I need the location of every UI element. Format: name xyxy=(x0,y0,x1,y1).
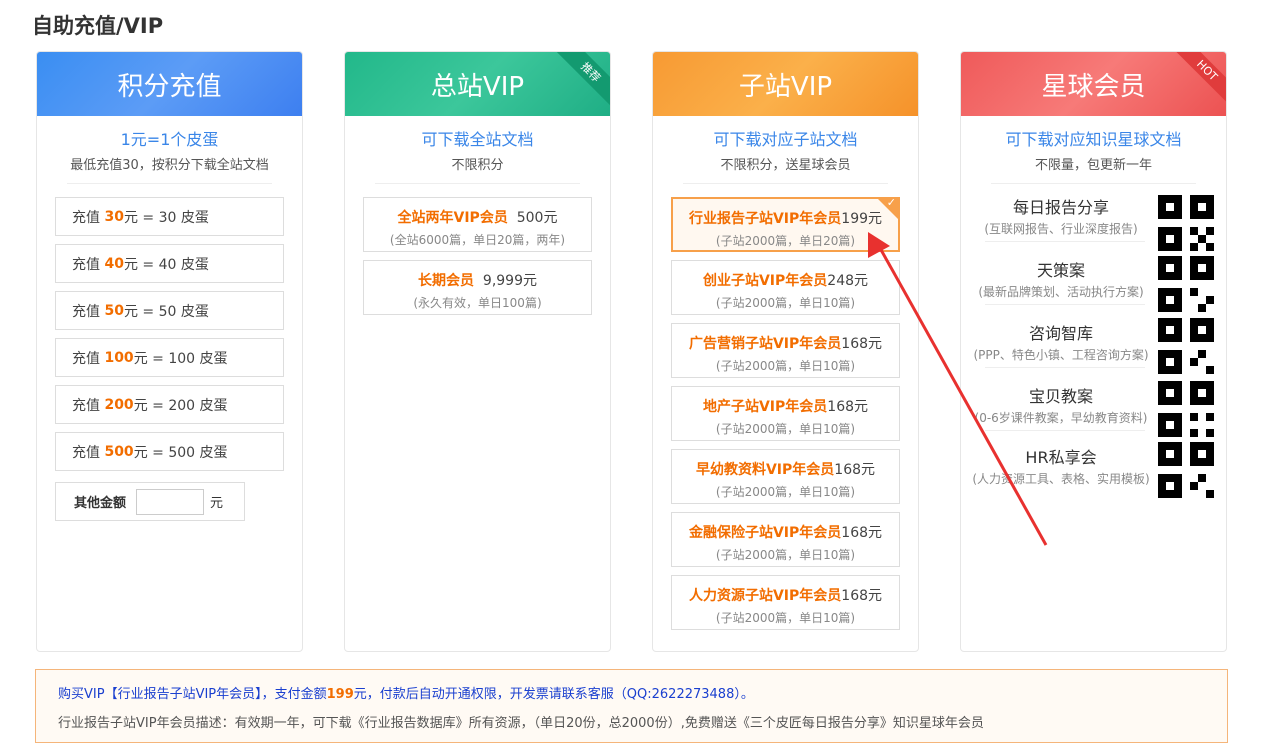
card-sub-vip: 子站VIP 可下载对应子站文档 不限积分，送星球会员 ✓ 行业报告子站VIP年会… xyxy=(652,51,919,652)
other-amount-input[interactable] xyxy=(136,488,205,515)
divider xyxy=(985,367,1145,368)
planet-item[interactable]: 每日报告分享 (互联网报告、行业深度报告) xyxy=(971,194,1151,237)
divider xyxy=(991,183,1196,184)
divider xyxy=(985,241,1145,242)
vip-option-lifetime[interactable]: 长期会员 9,999元 (永久有效，单日100篇) xyxy=(363,260,592,315)
card-subtitle: 1元=1个皮蛋 xyxy=(120,130,219,149)
card-main-vip: 总站VIP 推荐 可下载全站文档 不限积分 全站两年VIP会员 500元 (全站6… xyxy=(344,51,611,652)
card-header: 子站VIP xyxy=(653,52,918,116)
divider xyxy=(985,430,1145,431)
page-title: 自助充值/VIP xyxy=(32,14,164,38)
sub-vip-option-startup[interactable]: 创业子站VIP年会员248元 (子站2000篇，单日10篇) xyxy=(671,260,900,315)
qr-code-icon xyxy=(1158,195,1214,251)
purchase-notice: 购买VIP【行业报告子站VIP年会员】，支付金额199元，付款后自动开通权限，开… xyxy=(35,669,1228,743)
recharge-option-50[interactable]: 充值 50 元 = 50 皮蛋 xyxy=(55,291,284,330)
card-description: 不限量，包更新一年 xyxy=(1034,158,1152,173)
card-header: 积分充值 xyxy=(37,52,302,116)
recommend-badge: 推荐 xyxy=(552,52,610,111)
card-planet-member: 星球会员 HOT 可下载对应知识星球文档 不限量，包更新一年 每日报告分享 (互联网… xyxy=(960,51,1227,652)
card-title: 子站VIP xyxy=(738,71,833,102)
card-header: 星球会员 HOT xyxy=(961,52,1226,116)
recharge-option-30[interactable]: 充值 30 元 = 30 皮蛋 xyxy=(55,197,284,236)
recharge-option-40[interactable]: 充值 40 元 = 40 皮蛋 xyxy=(55,244,284,283)
card-subtitle: 可下载对应知识星球文档 xyxy=(1005,130,1182,149)
card-subtitle: 可下载全站文档 xyxy=(421,130,534,149)
other-amount-unit: 元 xyxy=(210,496,224,511)
sub-vip-option-industry-report[interactable]: ✓ 行业报告子站VIP年会员199元 (子站2000篇，单日20篇) xyxy=(671,196,900,252)
other-amount-label: 其他金额 xyxy=(74,496,127,511)
recharge-option-500[interactable]: 充值 500 元 = 500 皮蛋 xyxy=(55,432,284,471)
card-description: 不限积分 xyxy=(451,158,504,173)
other-amount-row: 其他金额 元 xyxy=(55,482,245,521)
card-subtitle: 可下载对应子站文档 xyxy=(713,130,858,149)
divider xyxy=(985,304,1145,305)
qr-code-icon xyxy=(1158,442,1214,498)
card-title: 星球会员 xyxy=(1041,71,1146,102)
hot-badge: HOT xyxy=(1169,52,1226,109)
sub-vip-option-finance[interactable]: 金融保险子站VIP年会员168元 (子站2000篇，单日10篇) xyxy=(671,512,900,567)
check-icon: ✓ xyxy=(886,196,896,209)
card-title: 总站VIP xyxy=(430,71,525,102)
sub-vip-option-hr[interactable]: 人力资源子站VIP年会员168元 (子站2000篇，单日10篇) xyxy=(671,575,900,630)
planet-item[interactable]: 天策案 (最新品牌策划、活动执行方案) xyxy=(971,257,1151,300)
planet-item[interactable]: 咨询智库 (PPP、特色小镇、工程咨询方案) xyxy=(971,320,1151,363)
vip-option-two-year[interactable]: 全站两年VIP会员 500元 (全站6000篇，单日20篇，两年) xyxy=(363,197,592,252)
divider xyxy=(67,183,272,184)
sub-vip-option-real-estate[interactable]: 地产子站VIP年会员168元 (子站2000篇，单日10篇) xyxy=(671,386,900,441)
divider xyxy=(375,183,580,184)
qr-code-icon xyxy=(1158,256,1214,312)
qr-code-icon xyxy=(1158,381,1214,437)
divider xyxy=(683,183,888,184)
card-header: 总站VIP 推荐 xyxy=(345,52,610,116)
planet-item[interactable]: 宝贝教案 (0-6岁课件教案，早幼教育资料) xyxy=(971,383,1151,426)
recharge-option-100[interactable]: 充值 100 元 = 100 皮蛋 xyxy=(55,338,284,377)
notice-line-1: 购买VIP【行业报告子站VIP年会员】，支付金额199元，付款后自动开通权限，开… xyxy=(58,687,754,702)
notice-line-2: 行业报告子站VIP年会员描述：有效期一年，可下载《行业报告数据库》所有资源，（单… xyxy=(58,716,984,731)
planet-item[interactable]: HR私享会 (人力资源工具、表格、实用模板) xyxy=(971,444,1151,487)
sub-vip-option-advertising[interactable]: 广告营销子站VIP年会员168元 (子站2000篇，单日10篇) xyxy=(671,323,900,378)
card-points-recharge: 积分充值 1元=1个皮蛋 最低充值30，按积分下载全站文档 充值 30 元 = 3… xyxy=(36,51,303,652)
card-description: 不限积分，送星球会员 xyxy=(720,158,851,173)
card-title: 积分充值 xyxy=(117,71,222,102)
recharge-option-200[interactable]: 充值 200 元 = 200 皮蛋 xyxy=(55,385,284,424)
qr-code-icon xyxy=(1158,318,1214,374)
sub-vip-option-early-education[interactable]: 早幼教资料VIP年会员168元 (子站2000篇，单日10篇) xyxy=(671,449,900,504)
card-description: 最低充值30，按积分下载全站文档 xyxy=(70,158,269,173)
